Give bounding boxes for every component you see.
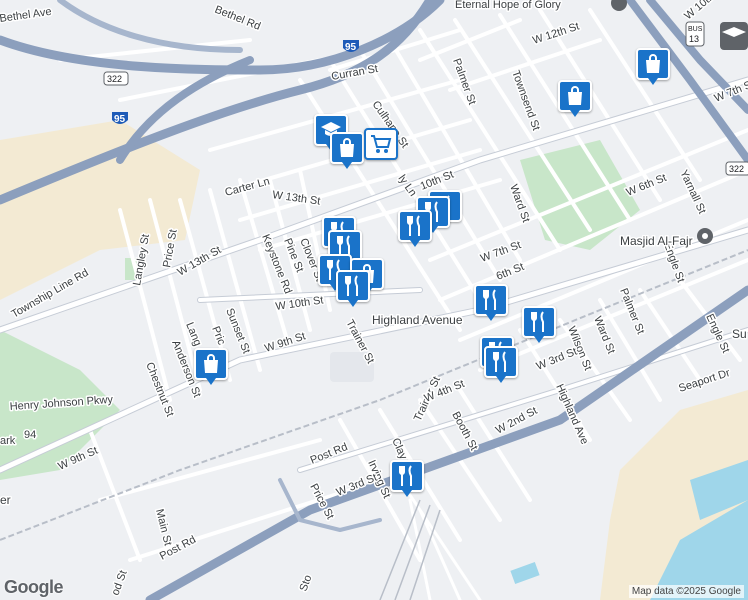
marker-restaurant[interactable]: [484, 346, 518, 383]
shopping-bag-icon: [646, 54, 660, 73]
us322-shield-left: 322: [103, 71, 129, 86]
marker-restaurant[interactable]: [398, 210, 432, 247]
restaurant-icon: [531, 311, 544, 332]
map-attribution: Map data ©2025 Google: [628, 585, 744, 598]
google-logo: Google: [4, 577, 64, 597]
label-masjid: Masjid Al-Fajr: [620, 234, 693, 248]
shopping-bag-icon: [340, 138, 354, 157]
restaurant-icon: [399, 465, 412, 486]
marker-shopping[interactable]: [194, 348, 228, 385]
map-canvas[interactable]: 95 95 322 322 BUS 13 Bethel Ave Bethel R…: [0, 0, 748, 600]
label-park-number: 94: [24, 429, 36, 441]
svg-text:95: 95: [345, 42, 357, 53]
restaurant-icon: [345, 275, 358, 296]
svg-text:95: 95: [114, 114, 126, 125]
marker-restaurant[interactable]: [390, 460, 424, 497]
marker-restaurant[interactable]: [522, 306, 556, 343]
label-highland-avenue: Highland Avenue: [372, 313, 463, 327]
svg-text:BUS: BUS: [688, 26, 703, 33]
shopping-bag-icon: [204, 354, 218, 373]
label-su-fragment: Su: [732, 327, 747, 341]
label-eternal-hope: Eternal Hope of Glory: [455, 0, 561, 11]
svg-text:322: 322: [107, 74, 122, 84]
marker-shopping[interactable]: [330, 132, 364, 169]
marker-shopping[interactable]: [636, 48, 670, 85]
restaurant-icon: [483, 289, 496, 310]
mosque-icon[interactable]: [697, 228, 713, 244]
marker-shopping[interactable]: [558, 80, 592, 117]
marker-restaurant[interactable]: [474, 284, 508, 321]
svg-text:13: 13: [689, 34, 699, 44]
marker-grocery[interactable]: [364, 128, 398, 164]
label-left-fragment: er: [0, 493, 11, 507]
us13-bus-shield: BUS 13: [685, 21, 705, 47]
marker-restaurant[interactable]: [336, 270, 370, 307]
school-icon-top-right[interactable]: [720, 22, 748, 50]
label-park-fragment: ark: [0, 435, 16, 447]
restaurant-icon: [493, 351, 506, 372]
us322-shield-right: 322: [725, 161, 748, 176]
restaurant-icon: [407, 215, 420, 236]
shopping-cart-icon: [371, 135, 392, 153]
shopping-bag-icon: [568, 86, 582, 105]
svg-text:322: 322: [729, 164, 744, 174]
